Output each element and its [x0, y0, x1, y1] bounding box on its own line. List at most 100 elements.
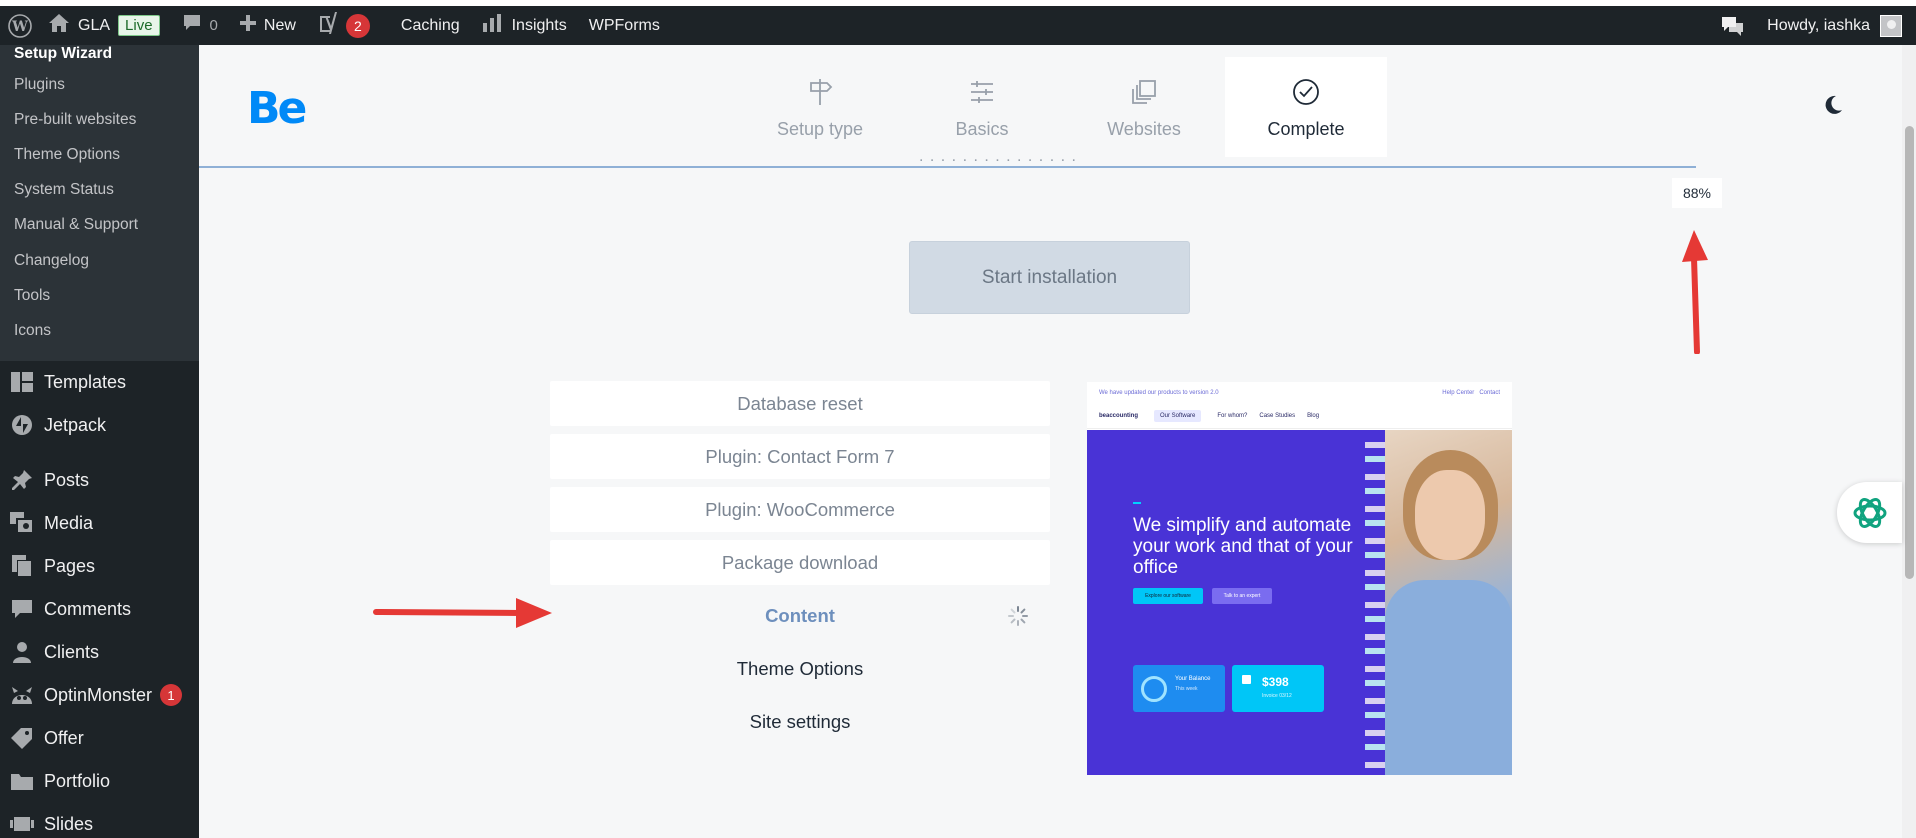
comments-count: 0	[209, 17, 218, 34]
preview-primary-button: Explore our software	[1133, 588, 1203, 604]
step-basics[interactable]: Basics	[901, 57, 1063, 157]
feedback-chat-icon[interactable]	[1708, 6, 1756, 45]
howdy-label: Howdy, iashka	[1767, 16, 1870, 34]
sidebar-item-label: Clients	[44, 641, 100, 662]
sidebar-item-posts[interactable]: Posts	[0, 459, 199, 502]
start-installation-button[interactable]: Start installation	[909, 241, 1190, 314]
site-name: GLA	[78, 16, 111, 34]
my-account-menu[interactable]: Howdy, iashka	[1756, 6, 1916, 45]
preview-nav-item: Case Studies	[1259, 412, 1296, 419]
preview-card-sub: This week	[1175, 686, 1198, 692]
preview-card-value: $398	[1262, 675, 1289, 689]
folder-icon	[10, 769, 34, 793]
preview-brand: beaccounting	[1099, 412, 1139, 419]
menu-separator	[0, 447, 199, 459]
preview-nav-item: Blog	[1307, 412, 1320, 419]
submenu-manual-support[interactable]: Manual & Support	[0, 208, 199, 243]
sidebar-item-slides[interactable]: Slides	[0, 803, 199, 838]
scrollbar-thumb[interactable]	[1905, 126, 1914, 579]
yoast-badge: 2	[345, 13, 370, 38]
svg-text:W: W	[11, 19, 28, 35]
setup-wizard-main: Be Setup type Basics Websites Complete .	[199, 45, 1902, 838]
sidebar-item-label: Media	[44, 512, 94, 533]
spinner-icon	[1008, 606, 1028, 631]
sliders-icon	[969, 77, 995, 107]
ai-assistant-widget[interactable]	[1837, 482, 1902, 543]
submenu-changelog[interactable]: Changelog	[0, 243, 199, 278]
submenu-icons[interactable]: Icons	[0, 313, 199, 348]
task-theme-options: Theme Options	[550, 646, 1050, 691]
pages-icon	[10, 554, 34, 578]
comment-icon	[182, 14, 202, 37]
sidebar-item-label: Templates	[44, 371, 127, 392]
submenu-tools[interactable]: Tools	[0, 278, 199, 313]
submenu-setup-wizard[interactable]: Setup Wizard	[0, 45, 199, 67]
site-menu[interactable]: GLA Live	[42, 6, 171, 45]
sidebar-item-label: Jetpack	[44, 414, 107, 435]
preview-hero: We simplify and automate your work and t…	[1087, 430, 1512, 775]
preview-card-title: Your Balance	[1175, 676, 1211, 682]
tag-icon	[10, 726, 34, 750]
wizard-header: Be Setup type Basics Websites Complete	[199, 45, 1842, 168]
submenu-plugins[interactable]: Plugins	[0, 67, 199, 102]
preview-nav-pill: Our Software	[1154, 409, 1202, 422]
sidebar-item-clients[interactable]: Clients	[0, 631, 199, 674]
sidebar-item-label: Offer	[44, 727, 84, 748]
user-icon	[10, 640, 34, 664]
sidebar-item-media[interactable]: Media	[0, 502, 199, 545]
wordpress-logo-icon[interactable]: W	[0, 6, 42, 45]
check-circle-icon	[1292, 77, 1320, 107]
task-label: Content	[765, 604, 835, 626]
task-plugin-woocommerce: Plugin: WooCommerce	[550, 487, 1050, 532]
templates-icon	[10, 370, 34, 394]
home-icon	[48, 13, 70, 38]
comments-menu[interactable]: 0	[171, 6, 229, 45]
sidebar-item-templates[interactable]: Templates	[0, 361, 199, 404]
task-plugin-contact-form: Plugin: Contact Form 7	[550, 434, 1050, 479]
admin-sidebar: Setup Wizard Plugins Pre-built websites …	[0, 45, 199, 838]
step-websites[interactable]: Websites	[1063, 57, 1225, 157]
wpforms-menu[interactable]: WPForms	[578, 6, 671, 45]
yoast-icon	[318, 12, 338, 39]
sidebar-item-pages[interactable]: Pages	[0, 545, 199, 588]
sidebar-item-label: Pages	[44, 555, 96, 576]
preview-nav: beaccounting Our Software For whom? Case…	[1087, 403, 1512, 429]
sidebar-item-comments[interactable]: Comments	[0, 588, 199, 631]
betheme-submenu: Setup Wizard Plugins Pre-built websites …	[0, 45, 199, 361]
preview-photo	[1375, 430, 1512, 775]
step-setup-type[interactable]: Setup type	[739, 57, 901, 157]
progress-percent: 88%	[1672, 178, 1722, 208]
sidebar-item-offer[interactable]: Offer	[0, 717, 199, 760]
preview-topbar: We have updated our products to version …	[1087, 382, 1512, 403]
yoast-menu[interactable]: 2	[307, 6, 381, 45]
moon-icon	[1825, 95, 1842, 114]
red-arrow-right-annotation	[373, 598, 552, 628]
preview-nav-item: For whom?	[1217, 412, 1248, 419]
preview-card-sub: Invoice 03/12	[1262, 693, 1292, 699]
submenu-system-status[interactable]: System Status	[0, 173, 199, 208]
dark-mode-toggle[interactable]	[1821, 93, 1845, 122]
new-content-menu[interactable]: New	[229, 6, 307, 45]
submenu-theme-options[interactable]: Theme Options	[0, 137, 199, 172]
submenu-prebuilt-websites[interactable]: Pre-built websites	[0, 102, 199, 137]
preview-ring	[1141, 676, 1167, 702]
sidebar-item-label: Slides	[44, 813, 94, 834]
comment-icon	[10, 597, 34, 621]
jetpack-icon	[10, 413, 34, 437]
sidebar-item-jetpack[interactable]: Jetpack	[0, 404, 199, 447]
optinmonster-icon	[10, 683, 34, 707]
optinmonster-badge: 1	[160, 684, 183, 706]
caching-menu[interactable]: Caching	[381, 6, 471, 45]
sidebar-item-label: Portfolio	[44, 770, 111, 791]
wizard-steps: Setup type Basics Websites Complete	[739, 57, 1387, 157]
red-arrow-up-annotation	[1682, 230, 1708, 354]
sidebar-item-portfolio[interactable]: Portfolio	[0, 760, 199, 803]
preview-accent-dash	[1133, 502, 1141, 504]
step-complete[interactable]: Complete	[1225, 57, 1387, 157]
betheme-logo: Be	[247, 83, 307, 134]
sidebar-item-optinmonster[interactable]: OptinMonster 1	[0, 674, 199, 717]
plus-icon	[239, 15, 256, 36]
pin-icon	[10, 468, 34, 492]
task-site-settings: Site settings	[550, 699, 1050, 744]
insights-menu[interactable]: Insights	[471, 6, 578, 45]
